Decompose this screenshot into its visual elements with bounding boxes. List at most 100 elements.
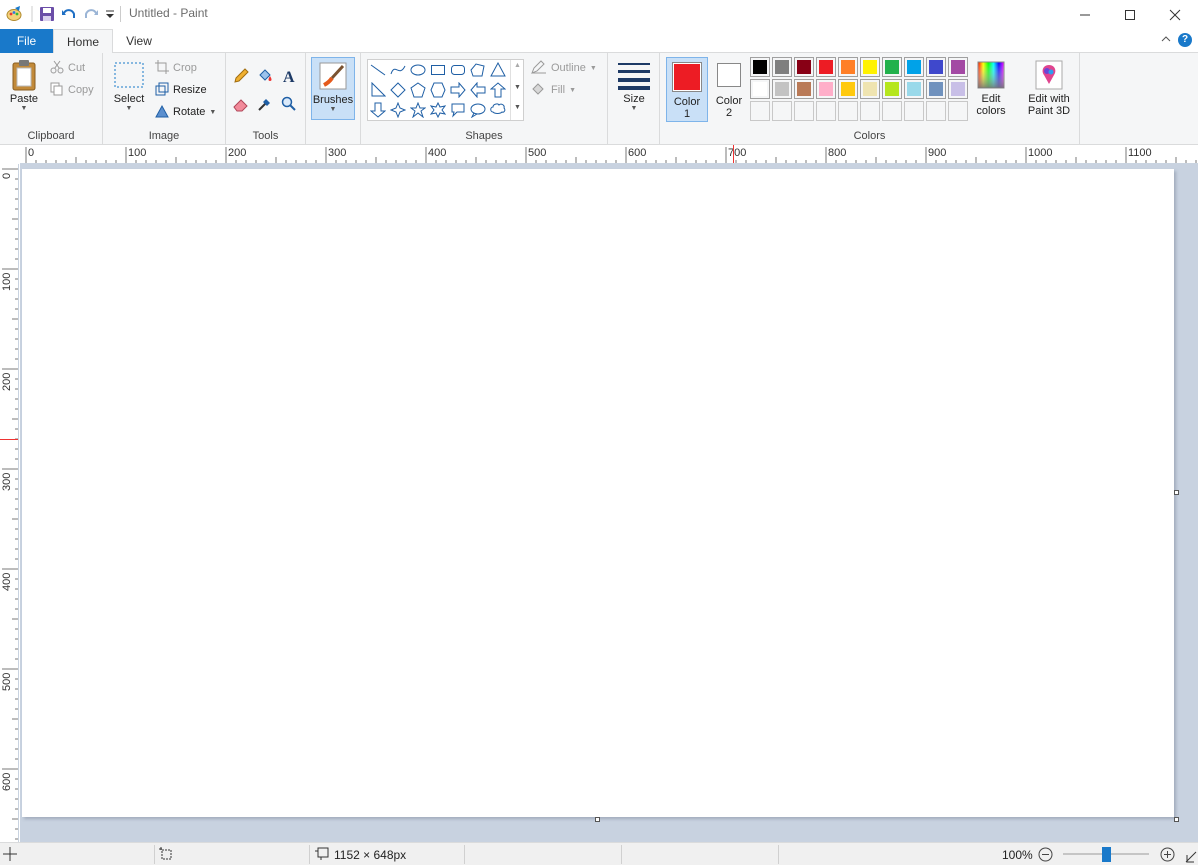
brushes-button[interactable]: Brushes ▼ [311, 57, 355, 120]
palette-swatch[interactable] [750, 101, 770, 121]
magnifier-icon[interactable] [280, 95, 298, 113]
zoom-in-icon[interactable] [1160, 847, 1175, 865]
hexagon-shape-icon[interactable] [428, 80, 448, 100]
palette-swatch[interactable] [860, 57, 880, 77]
palette-swatch[interactable] [794, 79, 814, 99]
palette-swatch[interactable] [948, 79, 968, 99]
palette-swatch[interactable] [926, 101, 946, 121]
text-icon[interactable]: A [280, 67, 298, 85]
tab-file[interactable]: File [0, 29, 53, 53]
four-point-star-shape-icon[interactable] [388, 100, 408, 120]
fill-button[interactable]: Fill ▼ [531, 81, 576, 99]
edit-colors-button[interactable]: Edit colors [970, 57, 1012, 122]
rounded-rectangle-shape-icon[interactable] [448, 60, 468, 80]
rotate-dropdown-icon[interactable]: ▼ [209, 109, 216, 116]
fill-bucket-icon[interactable] [256, 67, 274, 85]
palette-swatch[interactable] [948, 101, 968, 121]
cloud-callout-shape-icon[interactable] [488, 100, 508, 120]
palette-swatch[interactable] [772, 79, 792, 99]
palette-swatch[interactable] [750, 79, 770, 99]
resize-grip-icon[interactable] [1185, 851, 1197, 865]
palette-swatch[interactable] [816, 79, 836, 99]
oval-callout-shape-icon[interactable] [468, 100, 488, 120]
palette-swatch[interactable] [838, 79, 858, 99]
palette-swatch[interactable] [904, 101, 924, 121]
right-arrow-shape-icon[interactable] [448, 80, 468, 100]
line-shape-icon[interactable] [368, 60, 388, 80]
palette-swatch[interactable] [948, 57, 968, 77]
color2-button[interactable]: Color 2 [710, 57, 748, 122]
six-point-star-shape-icon[interactable] [428, 100, 448, 120]
palette-swatch[interactable] [882, 79, 902, 99]
resize-handle-right[interactable] [1174, 490, 1179, 495]
palette-swatch[interactable] [926, 57, 946, 77]
resize-handle-corner[interactable] [1174, 817, 1179, 822]
palette-swatch[interactable] [838, 101, 858, 121]
rectangle-shape-icon[interactable] [428, 60, 448, 80]
palette-swatch[interactable] [882, 101, 902, 121]
palette-swatch[interactable] [882, 57, 902, 77]
outline-button[interactable]: Outline ▼ [531, 59, 597, 77]
up-arrow-shape-icon[interactable] [488, 80, 508, 100]
paint-app-icon[interactable] [6, 6, 22, 22]
undo-icon[interactable] [61, 6, 77, 22]
close-button[interactable] [1152, 0, 1198, 29]
triangle-shape-icon[interactable] [488, 60, 508, 80]
palette-swatch[interactable] [772, 57, 792, 77]
curve-shape-icon[interactable] [388, 60, 408, 80]
shapes-scroll-up-icon[interactable]: ▲ [514, 62, 521, 69]
size-button[interactable]: Size ▼ [612, 57, 656, 121]
drawing-canvas[interactable] [22, 169, 1174, 817]
palette-swatch[interactable] [904, 57, 924, 77]
minimize-button[interactable] [1062, 0, 1108, 29]
tab-view[interactable]: View [113, 29, 165, 53]
left-arrow-shape-icon[interactable] [468, 80, 488, 100]
down-arrow-shape-icon[interactable] [368, 100, 388, 120]
resize-button[interactable]: Resize [155, 81, 207, 99]
shapes-scrollbar[interactable]: ▲ ▼ ▼ [510, 60, 524, 120]
maximize-button[interactable] [1107, 0, 1153, 29]
customize-quick-access-icon[interactable] [102, 6, 118, 22]
palette-swatch[interactable] [816, 101, 836, 121]
diamond-shape-icon[interactable] [388, 80, 408, 100]
select-dropdown-icon[interactable]: ▼ [109, 105, 149, 112]
tab-home[interactable]: Home [53, 29, 113, 54]
pentagon-shape-icon[interactable] [408, 80, 428, 100]
copy-button[interactable]: Copy [50, 81, 94, 99]
palette-swatch[interactable] [794, 57, 814, 77]
rounded-callout-shape-icon[interactable] [448, 100, 468, 120]
help-icon[interactable]: ? [1178, 33, 1192, 47]
eraser-icon[interactable] [232, 95, 250, 113]
resize-handle-bottom[interactable] [595, 817, 600, 822]
oval-shape-icon[interactable] [408, 60, 428, 80]
fill-dropdown-icon[interactable]: ▼ [569, 87, 576, 94]
paste-button[interactable]: Paste ▼ [4, 57, 44, 121]
select-button[interactable]: Select ▼ [109, 57, 149, 121]
redo-icon[interactable] [83, 6, 99, 22]
palette-swatch[interactable] [794, 101, 814, 121]
palette-swatch[interactable] [750, 57, 770, 77]
palette-swatch[interactable] [816, 57, 836, 77]
crop-button[interactable]: Crop [155, 59, 197, 77]
cut-button[interactable]: Cut [50, 59, 85, 77]
outline-dropdown-icon[interactable]: ▼ [590, 65, 597, 72]
work-area[interactable] [20, 164, 1198, 842]
color1-button[interactable]: Color 1 [666, 57, 708, 122]
shapes-expand-icon[interactable]: ▼ [514, 104, 521, 111]
save-icon[interactable] [39, 6, 55, 22]
shapes-scroll-down-icon[interactable]: ▼ [514, 84, 521, 91]
zoom-slider-thumb[interactable] [1102, 847, 1111, 862]
polygon-shape-icon[interactable] [468, 60, 488, 80]
pencil-icon[interactable] [232, 67, 250, 85]
palette-swatch[interactable] [860, 101, 880, 121]
right-triangle-shape-icon[interactable] [368, 80, 388, 100]
paint3d-button[interactable]: Edit with Paint 3D [1018, 57, 1080, 122]
five-point-star-shape-icon[interactable] [408, 100, 428, 120]
brushes-dropdown-icon[interactable]: ▼ [312, 106, 354, 113]
palette-swatch[interactable] [926, 79, 946, 99]
palette-swatch[interactable] [772, 101, 792, 121]
palette-swatch[interactable] [838, 57, 858, 77]
collapse-ribbon-icon[interactable] [1160, 33, 1172, 48]
palette-swatch[interactable] [860, 79, 880, 99]
size-dropdown-icon[interactable]: ▼ [612, 105, 656, 112]
